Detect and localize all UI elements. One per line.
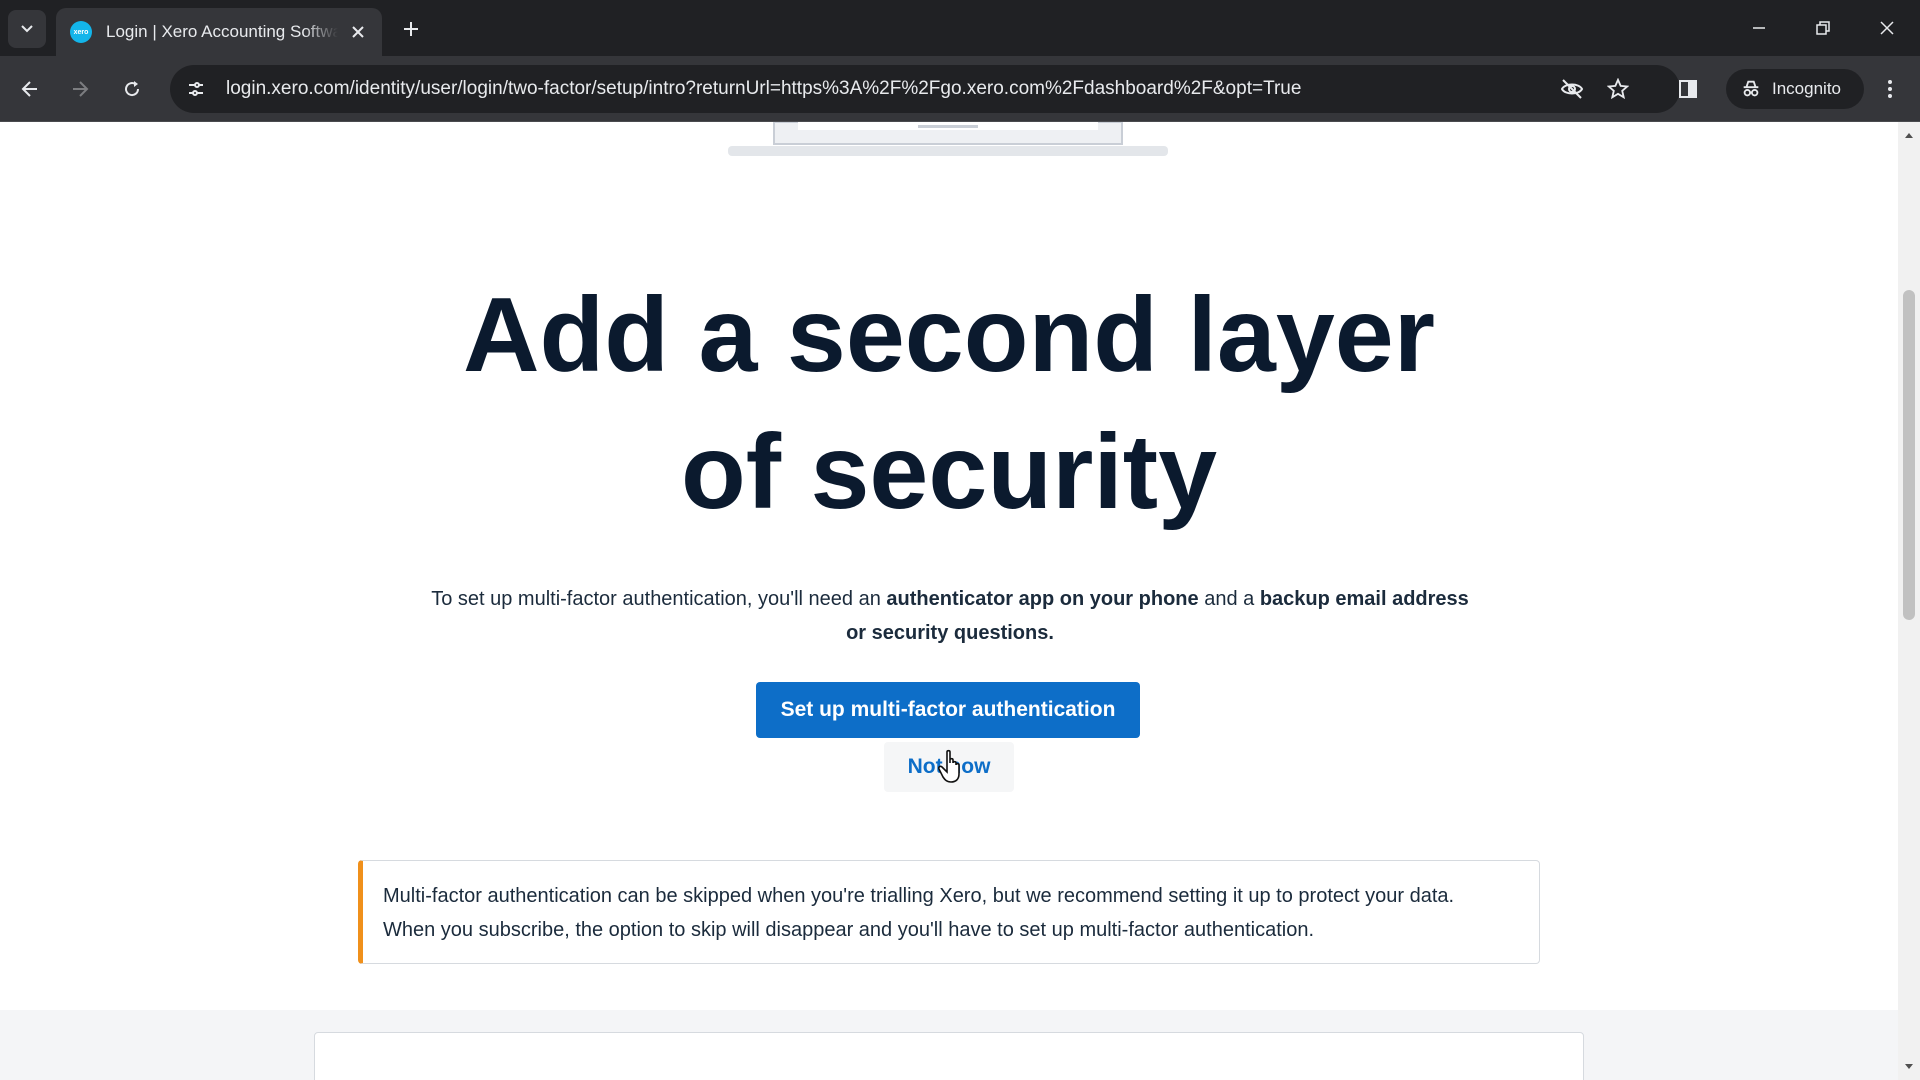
tab-search-button[interactable]: [8, 10, 46, 48]
notice-line-2: When you subscribe, the option to skip w…: [383, 919, 1315, 941]
tracking-protection-button[interactable]: [1556, 73, 1588, 105]
caret-up-icon: [1905, 133, 1913, 138]
trial-notice: Multi-factor authentication can be skipp…: [358, 860, 1540, 964]
reload-button[interactable]: [112, 69, 152, 109]
url-text[interactable]: login.xero.com/identity/user/login/two-f…: [226, 78, 1301, 100]
page-title-line-1: Add a second layer: [462, 276, 1435, 394]
minimize-window-button[interactable]: [1736, 10, 1782, 46]
chevron-down-icon: [21, 25, 33, 33]
more-vertical-icon: [1888, 80, 1892, 98]
setup-mfa-button[interactable]: Set up multi-factor authentication: [756, 682, 1140, 738]
browser-toolbar: login.xero.com/identity/user/login/two-f…: [0, 56, 1920, 122]
scroll-thumb[interactable]: [1903, 290, 1915, 620]
new-tab-button[interactable]: [396, 14, 426, 44]
site-info-button[interactable]: [174, 67, 218, 111]
plus-icon: [404, 22, 418, 36]
intro-bold-authenticator: authenticator app on your phone: [886, 588, 1199, 610]
close-icon: [352, 26, 364, 38]
incognito-indicator[interactable]: Incognito: [1726, 69, 1864, 109]
page-title: Add a second layer of security: [0, 267, 1898, 541]
page-title-line-2: of security: [680, 413, 1218, 531]
arrow-left-icon: [21, 81, 37, 97]
intro-text: To set up multi-factor authentication, y…: [430, 582, 1470, 650]
footer-card: [314, 1032, 1584, 1080]
browser-tab-active[interactable]: xero Login | Xero Accounting Software: [56, 8, 382, 56]
notice-line-1: Multi-factor authentication can be skipp…: [383, 885, 1455, 907]
arrow-right-icon: [73, 81, 89, 97]
side-panel-icon: [1679, 80, 1697, 98]
tab-close-button[interactable]: [346, 20, 370, 44]
browser-tab-strip: xero Login | Xero Accounting Software: [0, 0, 1920, 56]
address-bar[interactable]: login.xero.com/identity/user/login/two-f…: [170, 65, 1680, 113]
caret-down-icon: [1905, 1064, 1913, 1069]
reload-icon: [125, 81, 140, 97]
hand-pointer-icon: [938, 749, 960, 783]
close-window-button[interactable]: [1864, 10, 1910, 46]
eye-off-icon: [1560, 79, 1584, 99]
intro-part-2: and a: [1198, 588, 1260, 610]
page-scrollbar[interactable]: [1898, 122, 1920, 1080]
xero-favicon-icon: xero: [70, 21, 92, 43]
side-panel-button[interactable]: [1668, 69, 1708, 109]
incognito-label: Incognito: [1772, 79, 1841, 98]
page-viewport: Add a second layer of security To set up…: [0, 122, 1898, 1080]
close-icon: [1880, 21, 1894, 35]
laptop-illustration: [728, 122, 1168, 156]
tab-title: Login | Xero Accounting Software: [106, 22, 338, 41]
forward-button[interactable]: [60, 69, 100, 109]
back-button[interactable]: [10, 69, 50, 109]
scroll-down-button[interactable]: [1898, 1058, 1920, 1076]
restore-icon: [1816, 21, 1830, 35]
restore-window-button[interactable]: [1800, 10, 1846, 46]
bookmark-button[interactable]: [1602, 73, 1634, 105]
intro-part-1: To set up multi-factor authentication, y…: [431, 588, 887, 610]
tune-icon: [189, 82, 203, 96]
scroll-up-button[interactable]: [1898, 126, 1920, 144]
incognito-icon: [1743, 80, 1759, 97]
star-icon: [1607, 78, 1629, 100]
minimize-icon: [1753, 27, 1765, 29]
browser-menu-button[interactable]: [1870, 69, 1910, 109]
